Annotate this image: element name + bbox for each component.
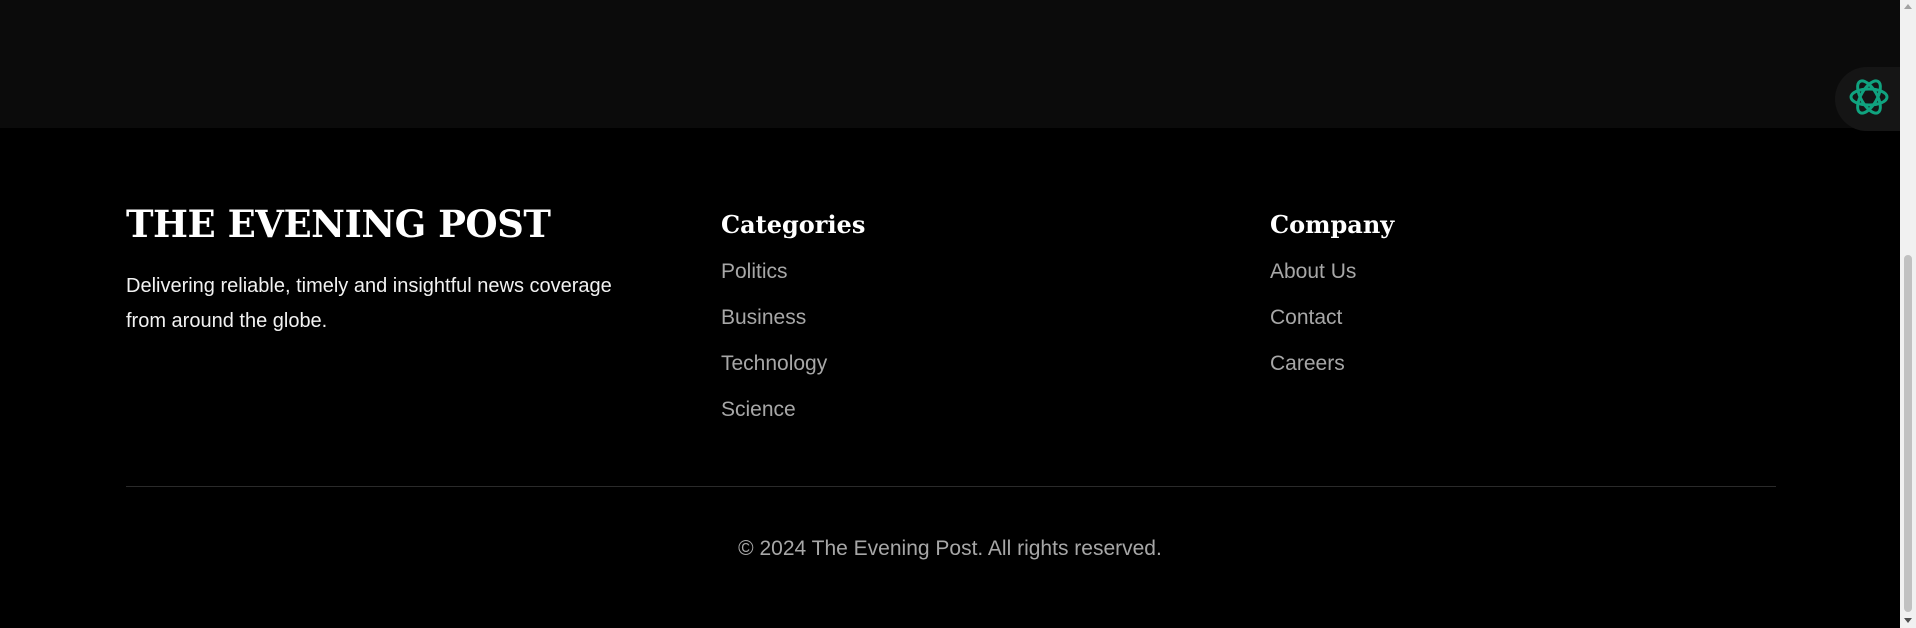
scrollbar-thumb[interactable] [1904, 255, 1912, 612]
categories-list: Politics Business Technology Science [721, 258, 827, 442]
list-item: Science [721, 396, 827, 442]
list-item: Business [721, 304, 827, 350]
list-item: About Us [1270, 258, 1356, 304]
footer-divider [126, 486, 1776, 487]
scroll-up-arrow-icon[interactable] [1904, 4, 1912, 9]
category-link-business[interactable]: Business [721, 306, 806, 329]
vertical-scrollbar[interactable] [1900, 0, 1916, 628]
scroll-down-arrow-icon[interactable] [1904, 618, 1912, 623]
footer-tagline: Delivering reliable, timely and insightf… [126, 275, 612, 332]
ai-assistant-icon [1847, 75, 1891, 124]
category-link-politics[interactable]: Politics [721, 260, 788, 283]
footer-brand-title: THE EVENING POST [126, 202, 551, 246]
company-link-about-us[interactable]: About Us [1270, 260, 1356, 283]
company-list: About Us Contact Careers [1270, 258, 1356, 396]
company-link-contact[interactable]: Contact [1270, 306, 1342, 329]
categories-heading: Categories [721, 210, 866, 239]
list-item: Politics [721, 258, 827, 304]
page-content-end [0, 0, 1900, 128]
company-heading: Company [1270, 210, 1395, 239]
list-item: Careers [1270, 350, 1356, 396]
category-link-science[interactable]: Science [721, 398, 796, 421]
site-footer: THE EVENING POST Delivering reliable, ti… [0, 128, 1900, 628]
list-item: Technology [721, 350, 827, 396]
copyright-text: © 2024 The Evening Post. All rights rese… [738, 537, 1162, 560]
company-link-careers[interactable]: Careers [1270, 352, 1345, 375]
assistant-button[interactable] [1835, 67, 1905, 131]
viewport: THE EVENING POST Delivering reliable, ti… [0, 0, 1916, 628]
list-item: Contact [1270, 304, 1356, 350]
category-link-technology[interactable]: Technology [721, 352, 827, 375]
